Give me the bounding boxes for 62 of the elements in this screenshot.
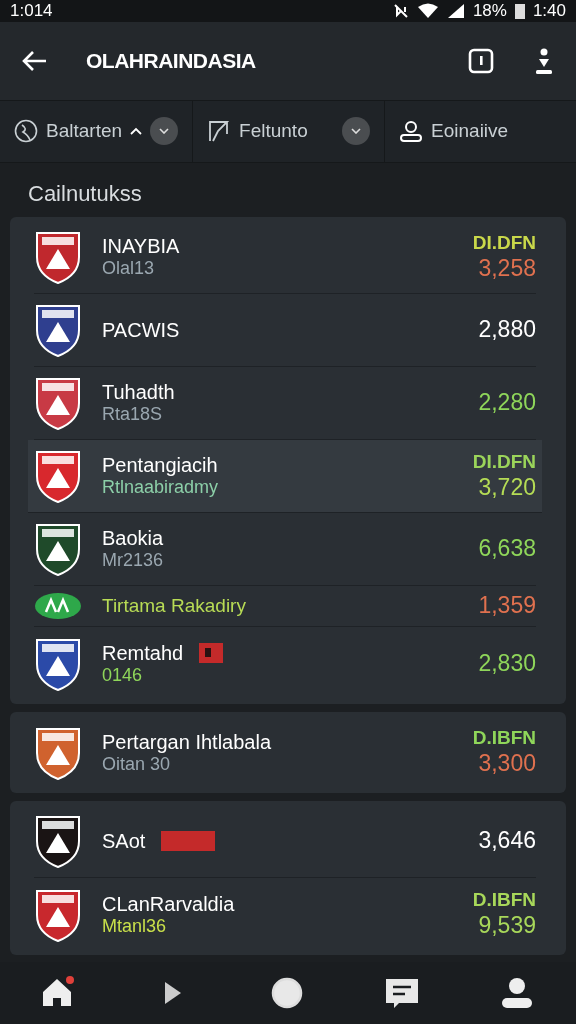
score-value: 2,880 (478, 316, 536, 344)
club-crest-icon (34, 229, 82, 286)
team-name: Baokia (102, 526, 164, 551)
app-title: OLAHRAINDASIA (86, 48, 256, 75)
club-crest-icon (34, 813, 82, 870)
pin-icon[interactable] (534, 46, 554, 75)
score-label: D.IBFN (472, 727, 536, 751)
club-crest-icon (34, 521, 82, 578)
signal-icon (446, 3, 465, 19)
score-value: 6,638 (478, 535, 536, 563)
score-value: 2,280 (478, 389, 536, 417)
flag-icon (199, 642, 224, 663)
status-time: 1:014 (10, 0, 53, 23)
score-value: 2,830 (478, 649, 536, 678)
team-subtitle: 0146 (102, 664, 144, 687)
chevron-icon (351, 128, 362, 135)
score-label: DI.DFN (472, 232, 536, 255)
score-label: D.IBFN (472, 889, 536, 913)
score-value: 3,300 (478, 750, 536, 778)
tag-icon (161, 831, 216, 852)
team-name: PACWIS (102, 318, 180, 343)
team-name: Pertargan Ihtlabala (102, 729, 271, 754)
score-value: 9,539 (478, 912, 536, 940)
team-subtitle: Rtlnaabiradmy (102, 477, 220, 499)
team-name: CLanRarvaldia (102, 891, 235, 916)
filter-label[interactable]: Eoinaiive (431, 117, 509, 146)
club-oval-icon (34, 592, 82, 621)
score-label: DI.DFN (472, 451, 536, 474)
back-icon[interactable] (22, 49, 48, 72)
club-crest-icon (34, 375, 82, 432)
person-icon (399, 119, 424, 144)
info-icon[interactable] (468, 47, 494, 74)
flag-icon (207, 119, 232, 144)
filter-label[interactable]: Feltunto (239, 117, 308, 146)
team-name: Remtahd (102, 640, 184, 665)
team-name: Pentangiacih (102, 453, 218, 478)
club-crest-icon (34, 448, 82, 505)
mute-icon (392, 3, 409, 19)
team-name: SAot (102, 829, 146, 854)
club-crest-icon (34, 302, 82, 359)
team-subtitle: Oitan 30 (102, 753, 172, 776)
team-subtitle: Rta18S (102, 404, 164, 426)
wifi-icon (416, 3, 439, 19)
score-value: 3,720 (478, 473, 536, 502)
battery-level: 18% (472, 0, 507, 23)
score-value: 1,359 (478, 592, 536, 620)
team-subtitle: Mr2136 (102, 550, 165, 572)
team-subtitle: Olal13 (102, 258, 156, 280)
score-value: 3,258 (478, 254, 536, 283)
section-title: Cailnutukss (27, 179, 143, 208)
score-value: 3,646 (478, 827, 536, 855)
team-name: Tirtama Rakadiry (102, 594, 246, 618)
dropdown-button[interactable] (342, 117, 371, 146)
team-subtitle: Mtanl36 (102, 915, 168, 938)
dropdown-button[interactable] (150, 117, 179, 146)
status-clock: 1:40 (532, 0, 566, 23)
battery-icon (514, 3, 525, 19)
team-name: INAYBIA (102, 234, 180, 259)
team-name: Tuhadth (102, 380, 175, 405)
filter-label[interactable]: Baltarten (46, 117, 123, 146)
chevron-icon (159, 128, 170, 135)
globe-icon (14, 119, 38, 144)
